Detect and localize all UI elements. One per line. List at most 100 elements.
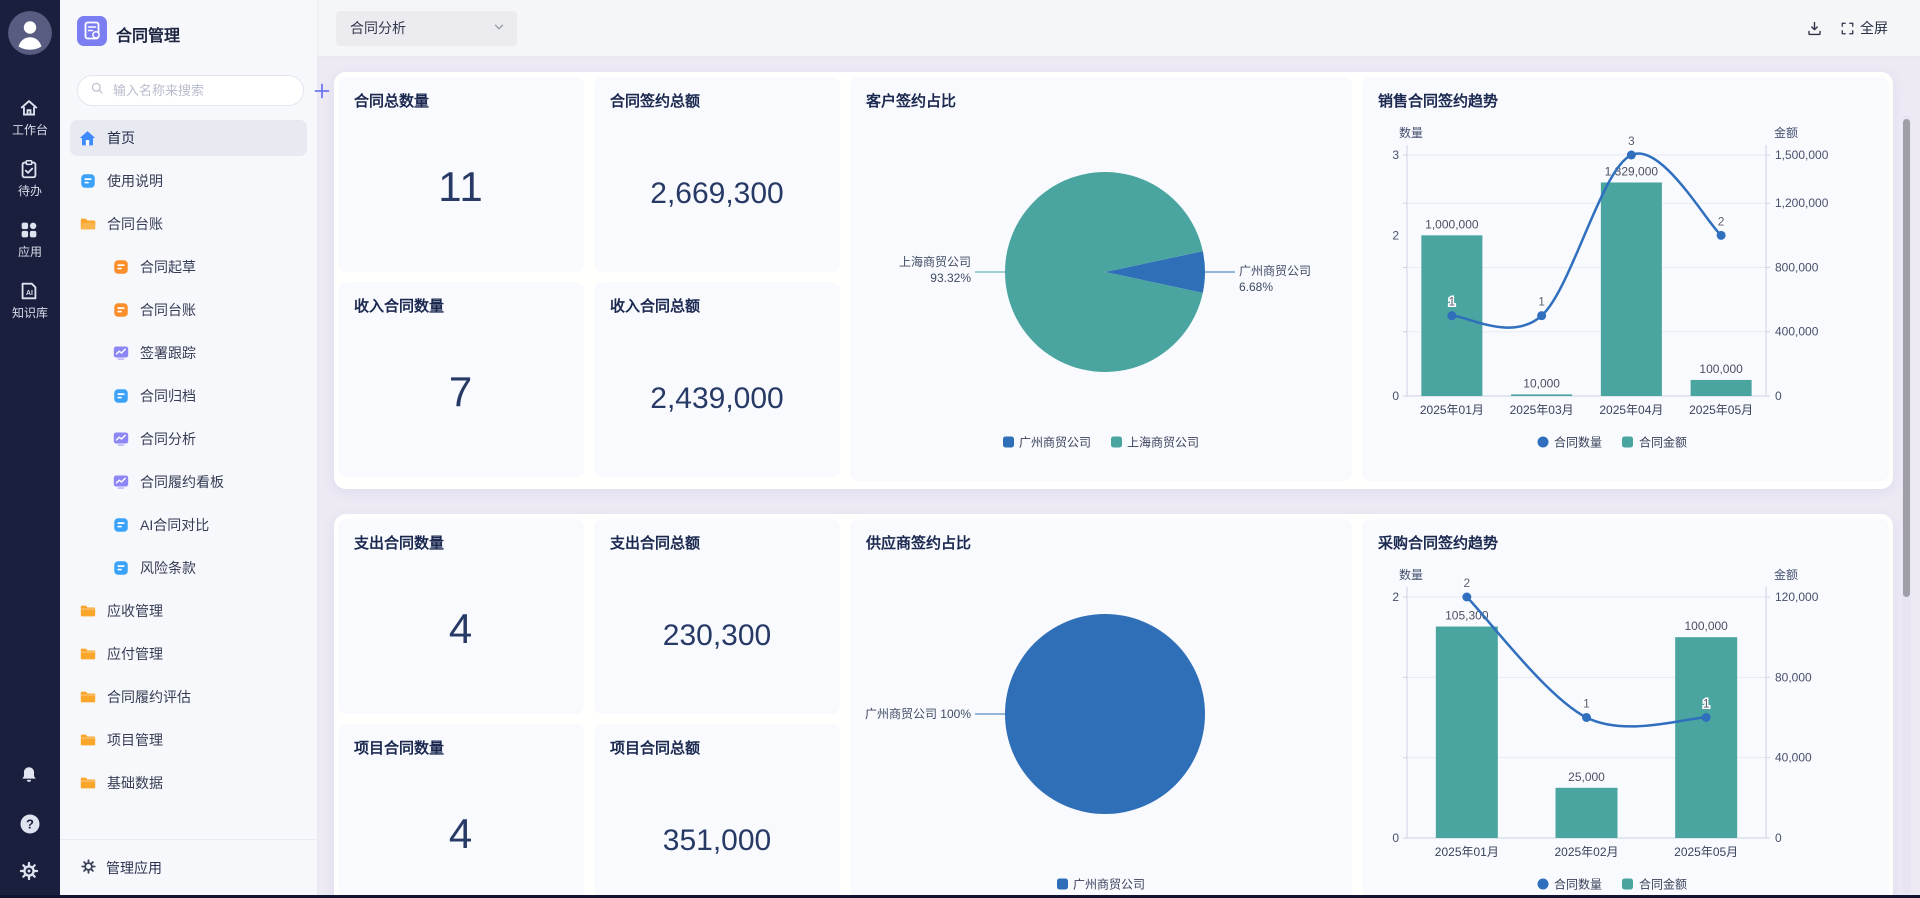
rail-item-apps[interactable]: 应用 (18, 219, 42, 259)
sidebar-menu-item-11[interactable]: 应收管理 (70, 593, 307, 629)
rail-item-knowledge[interactable]: AI 知识库 (12, 280, 48, 320)
svg-text:广州商贸公司: 广州商贸公司 (1073, 877, 1145, 892)
sidebar-item-label: 合同履约评估 (107, 687, 191, 707)
stat-title: 项目合同总额 (610, 737, 700, 758)
sidebar-search-row (60, 51, 317, 106)
stat-value: 230,300 (594, 619, 840, 653)
scrollbar-track[interactable] (1902, 115, 1911, 894)
sidebar-item-label: 签署跟踪 (140, 343, 196, 363)
sidebar-item-label: 合同起草 (140, 257, 196, 277)
sidebar-item-label: 合同分析 (140, 429, 196, 449)
chart-title: 销售合同签约趋势 (1378, 90, 1498, 111)
sidebar-menu-item-5[interactable]: 签署跟踪 (70, 335, 307, 371)
svg-text:2: 2 (1392, 228, 1399, 242)
svg-text:6.68%: 6.68% (1239, 280, 1273, 294)
svg-text:2: 2 (1718, 214, 1725, 228)
stat-value: 11 (338, 163, 584, 211)
main-area: 合同分析 全屏 合同总数量 11 (318, 0, 1920, 898)
svg-text:1,000,000: 1,000,000 (1425, 217, 1479, 231)
sidebar-item-label: 合同归档 (140, 386, 196, 406)
stat-title: 支出合同数量 (354, 532, 444, 553)
sidebar-item-label: 风险条款 (140, 558, 196, 578)
search-icon (90, 81, 104, 100)
settings-gear-icon[interactable] (18, 860, 42, 884)
sidebar-menu-item-8[interactable]: 合同履约看板 (70, 464, 307, 500)
apps-grid-icon (18, 219, 42, 243)
sidebar-header: 合同管理 (60, 0, 317, 51)
toolbar-right: 全屏 (1806, 18, 1920, 38)
stat-card-expense-amount: 支出合同总额 230,300 (594, 519, 840, 714)
sidebar-menu-item-6[interactable]: 合同归档 (70, 378, 307, 414)
svg-text:合同数量: 合同数量 (1554, 435, 1602, 450)
svg-text:1,200,000: 1,200,000 (1775, 196, 1829, 210)
stat-value: 2,669,300 (594, 177, 840, 211)
sidebar-menu-item-4[interactable]: 合同台账 (70, 292, 307, 328)
sidebar-menu-item-14[interactable]: 项目管理 (70, 722, 307, 758)
manage-app-label: 管理应用 (106, 858, 162, 878)
rail-item-workbench[interactable]: 工作台 (12, 97, 48, 137)
bell-icon[interactable] (18, 764, 42, 788)
svg-text:25,000: 25,000 (1568, 770, 1605, 784)
sidebar-item-label: 使用说明 (107, 171, 163, 191)
customer-pie-chart: 广州商贸公司6.68%上海商贸公司93.32%广州商贸公司上海商贸公司 (850, 77, 1352, 481)
fullscreen-label: 全屏 (1860, 18, 1888, 38)
contract-app-icon (77, 16, 107, 51)
svg-text:?: ? (26, 817, 34, 832)
search-box[interactable] (77, 75, 304, 106)
svg-text:合同金额: 合同金额 (1639, 435, 1687, 450)
sidebar-menu-item-0[interactable]: 首页 (70, 120, 307, 156)
sidebar-menu-item-2[interactable]: 合同台账 (70, 206, 307, 242)
download-icon (1806, 20, 1823, 37)
rail-nav: 工作台 待办 应用 AI 知识库 (12, 97, 48, 320)
sidebar-menu-item-12[interactable]: 应付管理 (70, 636, 307, 672)
stat-title: 支出合同总额 (610, 532, 700, 553)
download-button[interactable] (1806, 20, 1823, 37)
svg-text:800,000: 800,000 (1775, 260, 1819, 274)
sidebar-item-label: AI合同对比 (140, 515, 209, 535)
stat-card-expense-count: 支出合同数量 4 (338, 519, 584, 714)
stat-card-project-count: 项目合同数量 4 (338, 724, 584, 898)
rail-item-todo[interactable]: 待办 (18, 158, 42, 198)
chart-purple-icon (111, 344, 130, 363)
svg-text:3: 3 (1628, 134, 1635, 148)
svg-text:合同数量: 合同数量 (1554, 877, 1602, 892)
sidebar-menu-item-7[interactable]: 合同分析 (70, 421, 307, 457)
workbench-home-icon (18, 97, 42, 121)
svg-text:3: 3 (1392, 148, 1399, 162)
folder-icon (78, 688, 97, 707)
sidebar-menu-item-9[interactable]: AI合同对比 (70, 507, 307, 543)
sidebar-item-label: 合同台账 (140, 300, 196, 320)
svg-text:120,000: 120,000 (1775, 590, 1819, 604)
stat-value: 4 (338, 605, 584, 653)
sidebar-menu-item-1[interactable]: 使用说明 (70, 163, 307, 199)
svg-text:数量: 数量 (1399, 125, 1423, 140)
sidebar-menu-item-10[interactable]: 风险条款 (70, 550, 307, 586)
sidebar-item-label: 项目管理 (107, 730, 163, 750)
app-title: 合同管理 (116, 22, 180, 46)
scrollbar-thumb[interactable] (1903, 119, 1910, 597)
sidebar-item-label: 首页 (107, 128, 135, 148)
home-icon (78, 129, 97, 148)
svg-text:2025年02月: 2025年02月 (1554, 845, 1618, 859)
stat-card-project-amount: 项目合同总额 351,000 (594, 724, 840, 898)
manage-app-button[interactable]: 管理应用 (60, 839, 317, 895)
rail-item-label: 应用 (18, 246, 42, 259)
stat-card-income-amount: 收入合同总额 2,439,000 (594, 282, 840, 477)
help-icon[interactable]: ? (18, 812, 42, 836)
svg-text:2025年04月: 2025年04月 (1599, 403, 1663, 417)
sidebar-menu-item-15[interactable]: 基础数据 (70, 765, 307, 801)
svg-text:上海商贸公司: 上海商贸公司 (1127, 435, 1199, 450)
avatar[interactable] (8, 11, 52, 55)
sidebar-menu-item-3[interactable]: 合同起草 (70, 249, 307, 285)
dashboard-select[interactable]: 合同分析 (336, 11, 517, 46)
doc-blue-icon (111, 559, 130, 578)
sales-trend-card: 销售合同签约趋势 数量金额3201,500,0001,200,000800,00… (1362, 77, 1889, 481)
sidebar-menu-item-13[interactable]: 合同履约评估 (70, 679, 307, 715)
svg-text:数量: 数量 (1399, 567, 1423, 582)
search-input[interactable] (111, 82, 291, 99)
svg-text:0: 0 (1392, 831, 1399, 845)
fullscreen-button[interactable]: 全屏 (1840, 18, 1888, 38)
sidebar-item-label: 合同台账 (107, 214, 163, 234)
stat-title: 合同签约总额 (610, 90, 700, 111)
add-button[interactable] (314, 80, 330, 102)
